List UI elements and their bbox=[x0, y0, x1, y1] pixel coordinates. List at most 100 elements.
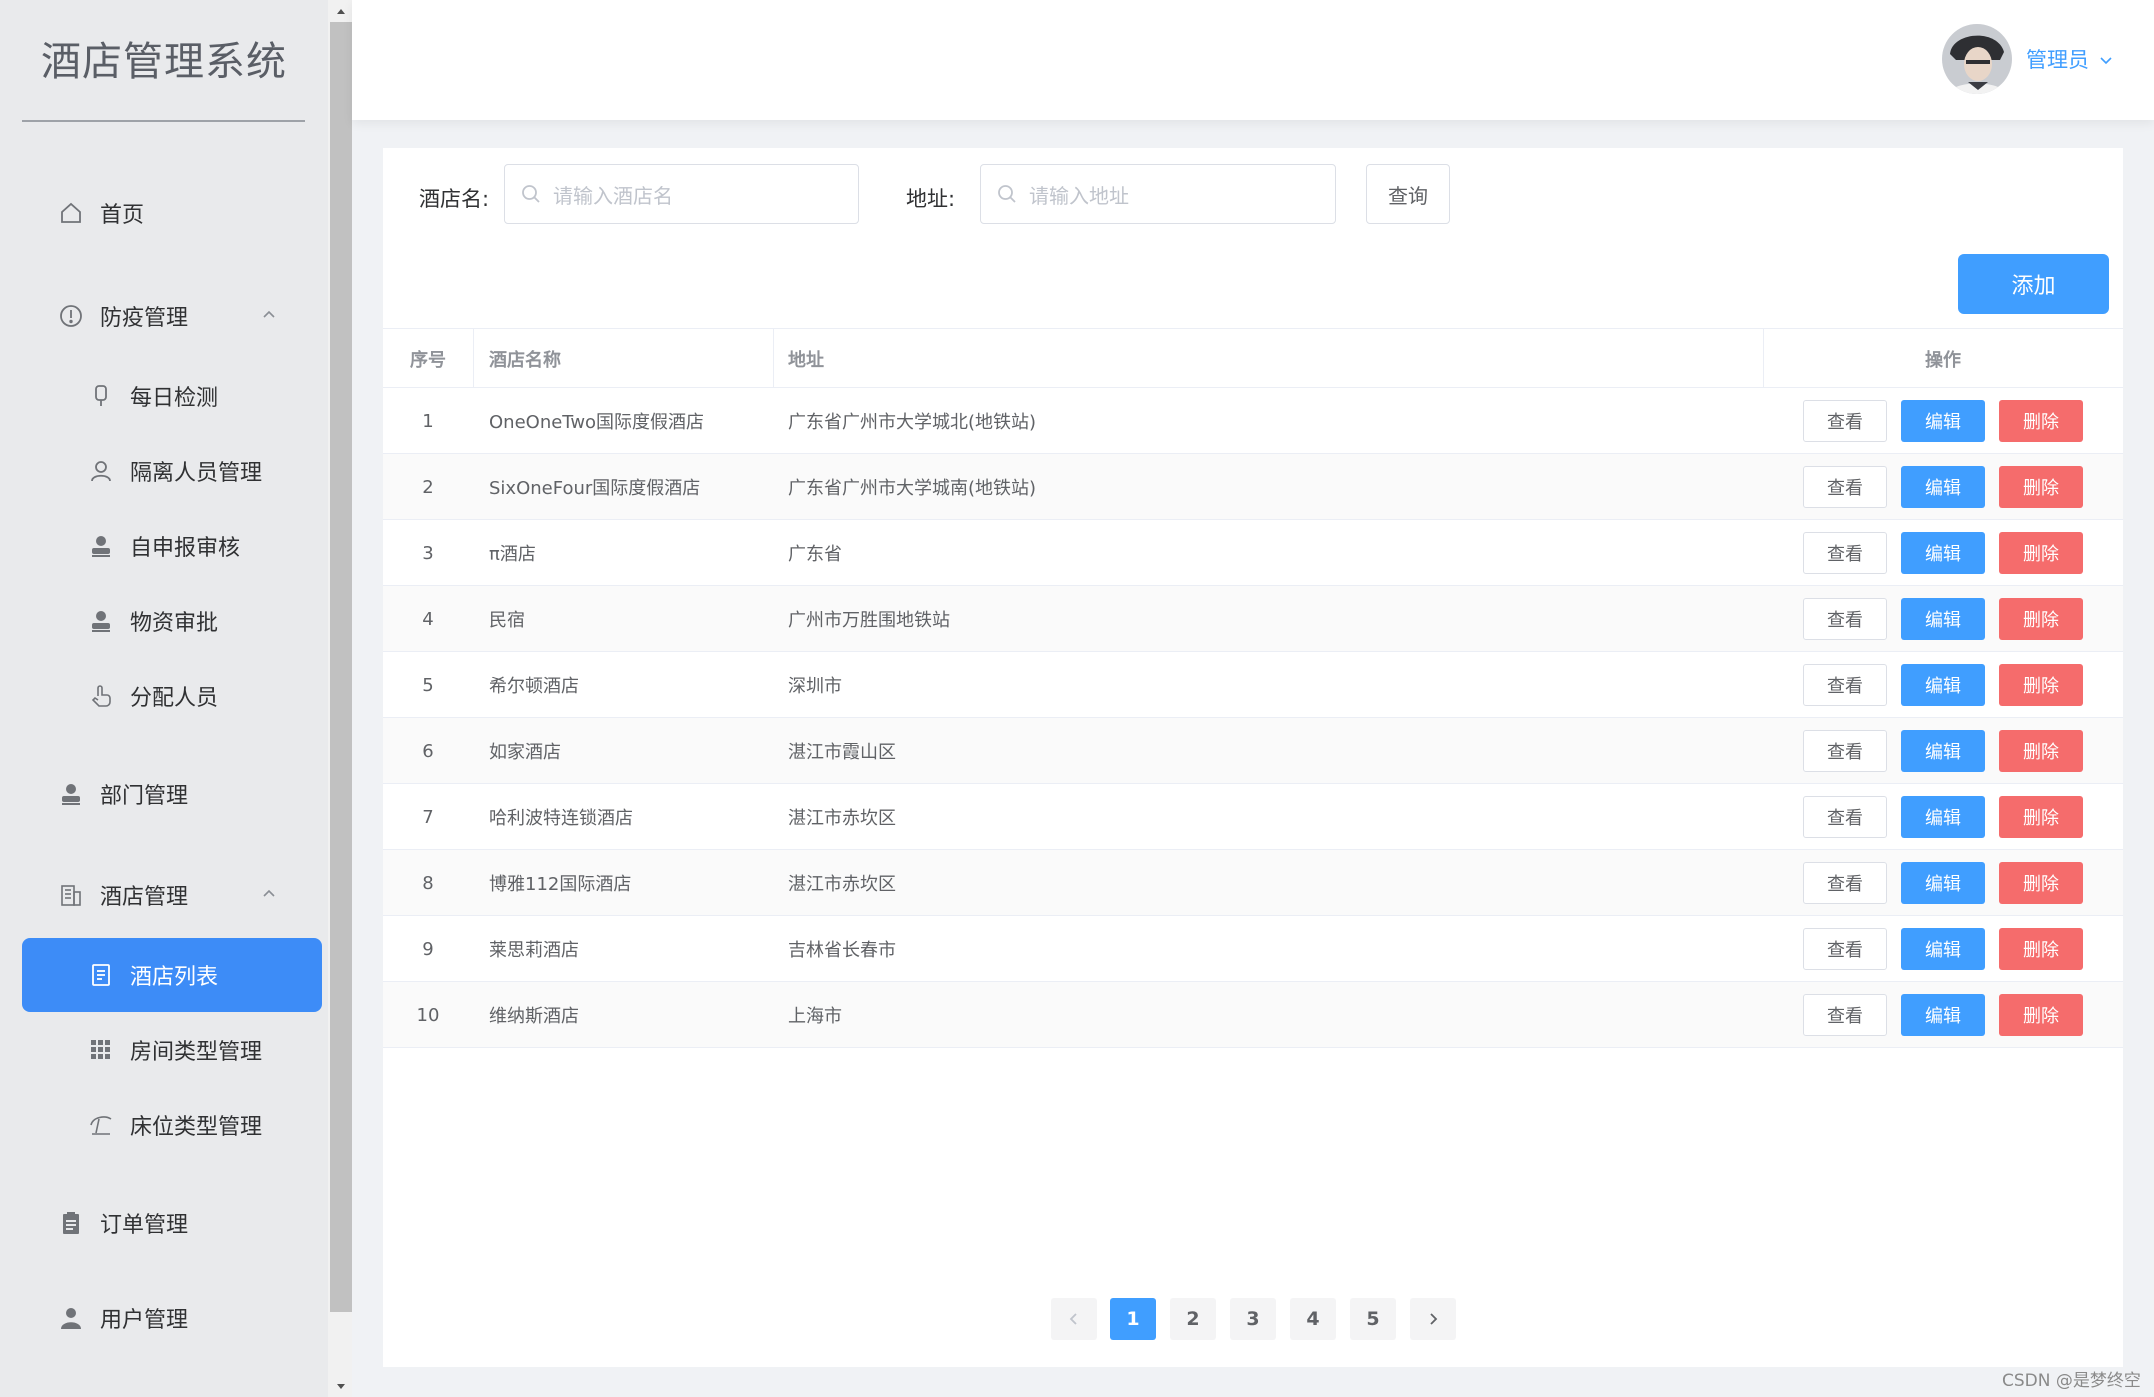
scroll-down-icon[interactable] bbox=[334, 1378, 348, 1392]
page-5-button[interactable]: 5 bbox=[1350, 1298, 1396, 1340]
table-row: 10 维纳斯酒店 上海市 查看 编辑 删除 bbox=[383, 982, 2123, 1048]
delete-button[interactable]: 删除 bbox=[1999, 664, 2083, 706]
view-button[interactable]: 查看 bbox=[1803, 532, 1887, 574]
cell-hotel-name: 莱思莉酒店 bbox=[489, 940, 579, 961]
app-root: 酒店管理系统 首页 防疫管理 每日检测 隔离人员管理 自申报审核 物资审批 分配… bbox=[0, 0, 2154, 1397]
sidebar-item-daily-check[interactable]: 每日检测 bbox=[22, 359, 322, 433]
sidebar-item-label: 床位类型管理 bbox=[130, 1115, 263, 1140]
cell-address: 吉林省长春市 bbox=[788, 940, 896, 961]
sidebar-item-room-type[interactable]: 房间类型管理 bbox=[22, 1013, 322, 1087]
view-button[interactable]: 查看 bbox=[1803, 598, 1887, 640]
sidebar-item-bed-type[interactable]: 床位类型管理 bbox=[22, 1088, 322, 1162]
cell-address: 广州市万胜围地铁站 bbox=[788, 610, 950, 631]
column-header-address: 地址 bbox=[788, 350, 824, 371]
delete-button[interactable]: 删除 bbox=[1999, 466, 2083, 508]
user-solid-icon bbox=[88, 608, 114, 634]
sidebar-item-label: 酒店管理 bbox=[100, 885, 189, 910]
delete-button[interactable]: 删除 bbox=[1999, 598, 2083, 640]
sidebar-item-label: 订单管理 bbox=[100, 1213, 189, 1238]
delete-button[interactable]: 删除 bbox=[1999, 730, 2083, 772]
cell-address: 广东省广州市大学城南(地铁站) bbox=[788, 478, 1037, 499]
edit-button[interactable]: 编辑 bbox=[1901, 796, 1985, 838]
cell-no: 9 bbox=[422, 938, 434, 960]
sidebar-item-label: 每日检测 bbox=[130, 386, 219, 411]
delete-button[interactable]: 删除 bbox=[1999, 994, 2083, 1036]
page-1-button[interactable]: 1 bbox=[1110, 1298, 1156, 1340]
user-solid-icon bbox=[58, 781, 84, 807]
add-button[interactable]: 添加 bbox=[1958, 254, 2109, 314]
app-title: 酒店管理系统 bbox=[41, 39, 287, 85]
table-row: 5 希尔顿酒店 深圳市 查看 编辑 删除 bbox=[383, 652, 2123, 718]
chevron-down-icon[interactable] bbox=[2098, 52, 2114, 68]
cell-hotel-name: OneOneTwo国际度假酒店 bbox=[489, 412, 705, 433]
edit-button[interactable]: 编辑 bbox=[1901, 664, 1985, 706]
edit-button[interactable]: 编辑 bbox=[1901, 466, 1985, 508]
table-row: 4 民宿 广州市万胜围地铁站 查看 编辑 删除 bbox=[383, 586, 2123, 652]
grid-icon bbox=[88, 1037, 114, 1063]
edit-button[interactable]: 编辑 bbox=[1901, 730, 1985, 772]
sidebar-item-self-report[interactable]: 自申报审核 bbox=[22, 509, 322, 583]
edit-button[interactable]: 编辑 bbox=[1901, 400, 1985, 442]
page-2-button[interactable]: 2 bbox=[1170, 1298, 1216, 1340]
sidebar-item-orders[interactable]: 订单管理 bbox=[22, 1186, 322, 1260]
table-row: 7 哈利波特连锁酒店 湛江市赤坎区 查看 编辑 删除 bbox=[383, 784, 2123, 850]
scrollbar-thumb[interactable] bbox=[330, 22, 352, 1312]
delete-button[interactable]: 删除 bbox=[1999, 796, 2083, 838]
logo-divider bbox=[22, 120, 305, 122]
view-button[interactable]: 查看 bbox=[1803, 796, 1887, 838]
prev-page-button[interactable] bbox=[1051, 1298, 1097, 1340]
sidebar-item-assign[interactable]: 分配人员 bbox=[22, 659, 322, 733]
page-4-button[interactable]: 4 bbox=[1290, 1298, 1336, 1340]
query-button[interactable]: 查询 bbox=[1366, 164, 1450, 224]
umbrella-icon bbox=[88, 1112, 114, 1138]
view-button[interactable]: 查看 bbox=[1803, 730, 1887, 772]
sidebar-item-label: 房间类型管理 bbox=[130, 1040, 263, 1065]
cell-hotel-name: 希尔顿酒店 bbox=[489, 676, 579, 697]
edit-button[interactable]: 编辑 bbox=[1901, 532, 1985, 574]
search-icon bbox=[997, 184, 1017, 204]
edit-button[interactable]: 编辑 bbox=[1901, 928, 1985, 970]
document-icon bbox=[88, 962, 114, 988]
cell-no: 10 bbox=[416, 1004, 440, 1026]
delete-button[interactable]: 删除 bbox=[1999, 532, 2083, 574]
chevron-up-icon bbox=[260, 305, 278, 323]
avatar[interactable] bbox=[1942, 24, 2012, 94]
view-button[interactable]: 查看 bbox=[1803, 664, 1887, 706]
edit-button[interactable]: 编辑 bbox=[1901, 862, 1985, 904]
next-page-button[interactable] bbox=[1410, 1298, 1456, 1340]
view-button[interactable]: 查看 bbox=[1803, 466, 1887, 508]
table-row: 8 博雅112国际酒店 湛江市赤坎区 查看 编辑 删除 bbox=[383, 850, 2123, 916]
view-button[interactable]: 查看 bbox=[1803, 400, 1887, 442]
sidebar-item-isolation[interactable]: 隔离人员管理 bbox=[22, 434, 322, 508]
table-row: 2 SixOneFour国际度假酒店 广东省广州市大学城南(地铁站) 查看 编辑 删除 bbox=[383, 454, 2123, 520]
cell-no: 6 bbox=[422, 740, 434, 762]
search-icon bbox=[521, 184, 541, 204]
top-header bbox=[352, 0, 2154, 120]
delete-button[interactable]: 删除 bbox=[1999, 928, 2083, 970]
sidebar-item-users[interactable]: 用户管理 bbox=[22, 1281, 322, 1355]
edit-button[interactable]: 编辑 bbox=[1901, 598, 1985, 640]
sidebar: 酒店管理系统 首页 防疫管理 每日检测 隔离人员管理 自申报审核 物资审批 分配… bbox=[0, 0, 328, 1397]
hotel-name-input[interactable]: 请输入酒店名 bbox=[504, 164, 859, 224]
cell-hotel-name: π酒店 bbox=[489, 544, 536, 565]
sidebar-item-hotel-list[interactable]: 酒店列表 bbox=[22, 938, 322, 1012]
view-button[interactable]: 查看 bbox=[1803, 862, 1887, 904]
sidebar-item-home[interactable]: 首页 bbox=[22, 176, 322, 250]
sidebar-item-supplies[interactable]: 物资审批 bbox=[22, 584, 322, 658]
table-row: 1 OneOneTwo国际度假酒店 广东省广州市大学城北(地铁站) 查看 编辑 删除 bbox=[383, 388, 2123, 454]
view-button[interactable]: 查看 bbox=[1803, 994, 1887, 1036]
sidebar-item-epidemic[interactable]: 防疫管理 bbox=[22, 279, 322, 353]
cell-hotel-name: 维纳斯酒店 bbox=[489, 1006, 579, 1027]
scroll-up-icon[interactable] bbox=[334, 4, 348, 18]
delete-button[interactable]: 删除 bbox=[1999, 862, 2083, 904]
edit-button[interactable]: 编辑 bbox=[1901, 994, 1985, 1036]
view-button[interactable]: 查看 bbox=[1803, 928, 1887, 970]
address-input[interactable]: 请输入地址 bbox=[980, 164, 1336, 224]
user-name[interactable]: 管理员 bbox=[2026, 44, 2089, 74]
delete-button[interactable]: 删除 bbox=[1999, 400, 2083, 442]
user-solid-icon bbox=[88, 533, 114, 559]
sidebar-item-hotel[interactable]: 酒店管理 bbox=[22, 858, 322, 932]
page-3-button[interactable]: 3 bbox=[1230, 1298, 1276, 1340]
sidebar-item-department[interactable]: 部门管理 bbox=[22, 757, 322, 831]
cell-no: 8 bbox=[422, 872, 434, 894]
